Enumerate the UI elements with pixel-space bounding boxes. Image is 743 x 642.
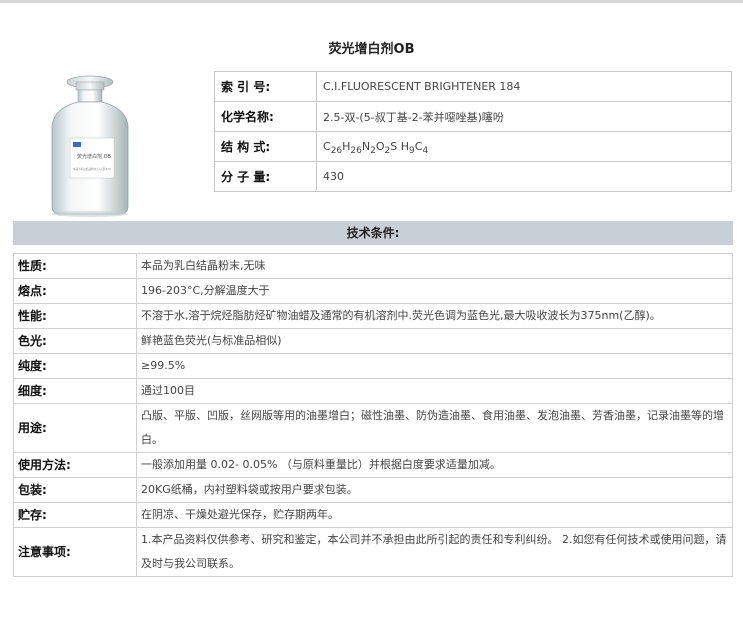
spec-value: 196-203°C,分解温度大于 <box>136 278 733 304</box>
spec-key: 纯度: <box>13 353 137 379</box>
info-key: 索 引 号: <box>214 71 317 102</box>
spec-row: 细度: 通过100目 <box>13 378 733 404</box>
info-row-molecular-weight: 分 子 量: 430 <box>214 161 732 192</box>
spec-value: 20KG纸桶，内衬塑料袋或按用户要求包装。 <box>136 477 733 503</box>
spec-key: 包装: <box>13 477 137 503</box>
spec-key: 贮存: <box>13 502 137 528</box>
spec-key: 熔点: <box>13 278 137 304</box>
formula-subscript: 26 <box>350 146 362 156</box>
info-value: 430 <box>316 161 732 192</box>
info-key: 结 构 式: <box>214 131 317 162</box>
spec-value: 在阴凉、干燥处避光保存，贮存期两年。 <box>136 502 733 528</box>
info-value: 2.5-双-(5-叔丁基-2-苯并噁唑基)噻吩 <box>316 101 732 132</box>
formula-part: N <box>361 140 371 153</box>
formula-part: S H <box>390 140 410 153</box>
spec-value: 通过100目 <box>136 378 733 404</box>
spec-row: 性能: 不溶于水,溶于烷烃脂肪烃矿物油蜡及通常的有机溶剂中.荧光色调为蓝色光,最… <box>13 303 733 329</box>
spec-row: 包装: 20KG纸桶，内衬塑料袋或按用户要求包装。 <box>13 477 733 503</box>
spec-value: 一般添加用量 0.02- 0.05% （与原料重量比）并根据白度要求适量加减。 <box>136 452 733 478</box>
spec-row: 贮存: 在阴凉、干燥处避光保存，贮存期两年。 <box>13 502 733 528</box>
spec-key: 色光: <box>13 328 137 354</box>
bottle-label-small-text: 本品为乳白结晶粉末 分子量 430 <box>73 167 111 171</box>
spec-key: 用途: <box>13 403 137 453</box>
spec-row: 色光: 鲜艳蓝色荧光(与标准品相似) <box>13 328 733 354</box>
formula-subscript: 26 <box>330 146 343 156</box>
section-header-tech-conditions: 技术条件: <box>13 221 733 245</box>
spec-value: 鲜艳蓝色荧光(与标准品相似) <box>136 328 733 354</box>
spec-row: 纯度: ≥99.5% <box>13 353 733 379</box>
product-info-table: 索 引 号: C.I.FLUORESCENT BRIGHTENER 184 化学… <box>214 71 732 192</box>
info-row-chemical-name: 化学名称: 2.5-双-(5-叔丁基-2-苯并噁唑基)噻吩 <box>214 101 732 132</box>
spec-row: 使用方法: 一般添加用量 0.02- 0.05% （与原料重量比）并根据白度要求… <box>13 452 733 478</box>
info-key: 化学名称: <box>214 101 317 132</box>
info-row-formula: 结 构 式: C26H26N2O2S H9C4 <box>214 131 732 162</box>
spec-value: 不溶于水,溶于烷烃脂肪烃矿物油蜡及通常的有机溶剂中.荧光色调为蓝色光,最大吸收波… <box>136 303 733 329</box>
spec-row: 用途: 凸版、平版、凹版，丝网版等用的油墨增白；磁性油墨、防伪造油墨、食用油墨、… <box>13 403 733 453</box>
spec-key: 性能: <box>13 303 137 329</box>
info-value: C.I.FLUORESCENT BRIGHTENER 184 <box>316 71 732 102</box>
page-title: 荧光增白剂OB <box>328 42 415 57</box>
formula-subscript: 4 <box>422 146 429 156</box>
spec-key: 细度: <box>13 378 137 404</box>
spec-row: 熔点: 196-203°C,分解温度大于 <box>13 278 733 304</box>
bottle-label-text: 荧光增白剂 OB <box>77 153 112 160</box>
formula-part: O <box>375 140 385 153</box>
spec-key: 注意事项: <box>13 527 137 577</box>
spec-value: 本品为乳白结晶粉末,无味 <box>136 253 733 279</box>
spec-row: 性质: 本品为乳白结晶粉末,无味 <box>13 253 733 279</box>
spec-value: 1.本产品资料仅供参考、研究和鉴定，本公司并不承担由此所引起的责任和专利纠纷。 … <box>136 527 733 577</box>
top-divider <box>0 0 743 3</box>
formula-part: C <box>323 140 331 153</box>
spec-row: 注意事项: 1.本产品资料仅供参考、研究和鉴定，本公司并不承担由此所引起的责任和… <box>13 527 733 577</box>
spec-value: 凸版、平版、凹版，丝网版等用的油墨增白；磁性油墨、防伪造油墨、食用油墨、发泡油墨… <box>136 403 733 453</box>
product-bottle-image: 荧光增白剂 OB 本品为乳白结晶粉末 分子量 430 <box>51 75 129 217</box>
info-key: 分 子 量: <box>214 161 317 192</box>
spec-key: 性质: <box>13 253 137 279</box>
structural-formula: C26H26N2O2S H9C4 <box>316 131 732 162</box>
info-row-index: 索 引 号: C.I.FLUORESCENT BRIGHTENER 184 <box>214 71 732 102</box>
specs-table: 性质: 本品为乳白结晶粉末,无味 熔点: 196-203°C,分解温度大于 性能… <box>13 253 733 577</box>
spec-value: ≥99.5% <box>136 353 733 379</box>
spec-key: 使用方法: <box>13 452 137 478</box>
